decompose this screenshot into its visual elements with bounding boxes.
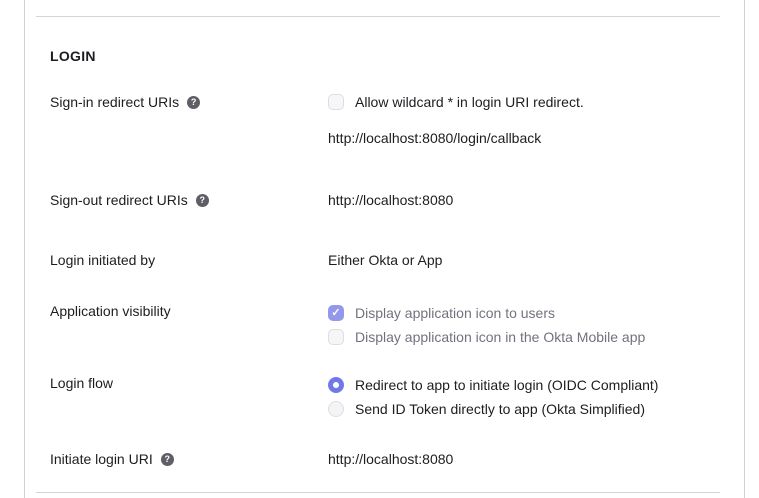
signout-redirect-uris-label: Sign-out redirect URIs	[50, 190, 188, 210]
initiate-login-uri-value: http://localhost:8080	[328, 449, 719, 469]
login-initiated-by-label: Login initiated by	[50, 250, 155, 270]
display-icon-mobile-option[interactable]: Display application icon in the Okta Mob…	[328, 325, 719, 349]
login-flow-label: Login flow	[50, 373, 113, 393]
row-signout-redirect-uris: Sign-out redirect URIs ? http://localhos…	[50, 190, 719, 210]
wildcard-checkbox-option[interactable]: Allow wildcard * in login URI redirect.	[328, 92, 719, 112]
row-signin-redirect-uris: Sign-in redirect URIs ? Allow wildcard *…	[50, 92, 719, 148]
signin-redirect-uri-value: http://localhost:8080/login/callback	[328, 128, 719, 148]
redirect-oidc-radio[interactable]	[328, 377, 344, 393]
section-title: LOGIN	[50, 48, 96, 64]
send-id-token-label: Send ID Token directly to app (Okta Simp…	[355, 399, 645, 419]
wildcard-checkbox-label: Allow wildcard * in login URI redirect.	[355, 92, 584, 112]
application-visibility-label: Application visibility	[50, 301, 171, 321]
row-application-visibility: Application visibility ✓ Display applica…	[50, 301, 719, 349]
redirect-oidc-option[interactable]: Redirect to app to initiate login (OIDC …	[328, 373, 719, 397]
display-icon-mobile-checkbox[interactable]	[328, 329, 344, 345]
help-icon[interactable]: ?	[187, 96, 200, 109]
initiate-login-uri-label: Initiate login URI	[50, 449, 153, 469]
help-icon[interactable]: ?	[161, 453, 174, 466]
row-login-flow: Login flow Redirect to app to initiate l…	[50, 373, 719, 421]
panel-left-border	[24, 0, 25, 498]
row-initiate-login-uri: Initiate login URI ? http://localhost:80…	[50, 449, 719, 469]
send-id-token-radio[interactable]	[328, 401, 344, 417]
checkbox-checked-icon[interactable]: ✓	[328, 305, 344, 321]
signout-redirect-uri-value: http://localhost:8080	[328, 190, 719, 210]
section-divider-top	[36, 16, 720, 17]
help-icon[interactable]: ?	[196, 194, 209, 207]
send-id-token-option[interactable]: Send ID Token directly to app (Okta Simp…	[328, 397, 719, 421]
login-initiated-by-value: Either Okta or App	[328, 250, 719, 270]
signin-redirect-uris-label: Sign-in redirect URIs	[50, 92, 179, 112]
display-icon-users-label: Display application icon to users	[355, 303, 555, 323]
display-icon-users-option[interactable]: ✓ Display application icon to users	[328, 301, 719, 325]
panel-right-border	[744, 0, 745, 498]
row-login-initiated-by: Login initiated by Either Okta or App	[50, 250, 719, 270]
wildcard-checkbox[interactable]	[328, 94, 344, 110]
display-icon-mobile-label: Display application icon in the Okta Mob…	[355, 327, 645, 347]
redirect-oidc-label: Redirect to app to initiate login (OIDC …	[355, 375, 658, 395]
section-divider-bottom	[36, 492, 720, 493]
